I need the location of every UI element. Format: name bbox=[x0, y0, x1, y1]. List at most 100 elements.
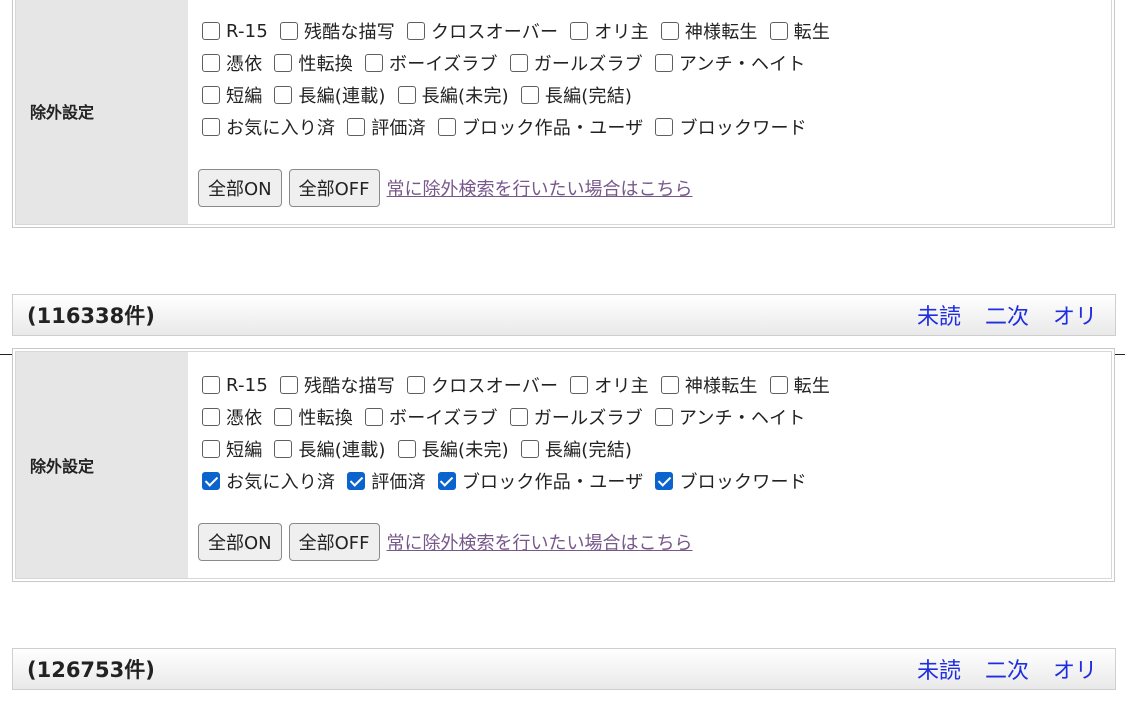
exclude-option-label: ボーイズラブ bbox=[389, 54, 498, 75]
exclude-option[interactable]: お気に入り済 bbox=[202, 114, 335, 140]
exclude-option-label: ガールズラブ bbox=[533, 408, 643, 429]
exclude-option[interactable]: 憑依 bbox=[202, 404, 262, 430]
checkbox-unchecked[interactable] bbox=[654, 54, 673, 72]
checkbox-unchecked[interactable] bbox=[202, 118, 220, 136]
checkbox-unchecked[interactable] bbox=[570, 22, 589, 40]
exclude-option-label: アンチ・ヘイト bbox=[678, 408, 806, 429]
checkbox-unchecked[interactable] bbox=[202, 22, 220, 40]
filter-link-original[interactable]: オリ bbox=[1053, 653, 1097, 685]
exclude-option-label: 性転換 bbox=[298, 408, 354, 429]
exclude-option[interactable]: 神様転生 bbox=[660, 18, 758, 44]
exclude-option[interactable]: 長編(未完) bbox=[397, 436, 509, 462]
checkbox-checked[interactable] bbox=[347, 472, 366, 490]
checkbox-unchecked[interactable] bbox=[660, 376, 679, 394]
checkbox-unchecked[interactable] bbox=[437, 118, 456, 136]
exclude-option[interactable]: ブロックワード bbox=[655, 114, 807, 140]
filter-link-derivative[interactable]: 二次 bbox=[985, 653, 1029, 685]
checkbox-unchecked[interactable] bbox=[570, 376, 589, 394]
exclude-option[interactable]: R-15 bbox=[202, 21, 268, 42]
checkbox-unchecked[interactable] bbox=[520, 440, 539, 458]
checkbox-unchecked[interactable] bbox=[769, 22, 788, 40]
exclude-option[interactable]: 短編 bbox=[202, 82, 262, 108]
checkbox-unchecked[interactable] bbox=[274, 408, 293, 426]
exclude-option[interactable]: お気に入り済 bbox=[202, 468, 335, 494]
checkbox-checked[interactable] bbox=[437, 472, 456, 490]
exclude-option[interactable]: 長編(完結) bbox=[520, 82, 632, 108]
filter-link-unread[interactable]: 未読 bbox=[917, 299, 961, 331]
checkbox-unchecked[interactable] bbox=[655, 118, 674, 136]
exclude-option[interactable]: 転生 bbox=[769, 18, 830, 44]
exclude-option[interactable]: 性転換 bbox=[274, 50, 353, 76]
exclude-option[interactable]: 短編 bbox=[202, 436, 262, 462]
exclude-option-label: お気に入り済 bbox=[226, 118, 336, 139]
checkbox-unchecked[interactable] bbox=[274, 54, 293, 72]
exclude-option[interactable]: ブロックワード bbox=[655, 468, 807, 494]
exclude-option[interactable]: 残酷な描写 bbox=[279, 18, 395, 44]
checkbox-unchecked[interactable] bbox=[509, 408, 528, 426]
checkbox-unchecked[interactable] bbox=[397, 440, 416, 458]
always-exclude-link[interactable]: 常に除外検索を行いたい場合はこちら bbox=[387, 529, 693, 555]
exclude-option[interactable]: 残酷な描写 bbox=[279, 372, 395, 398]
exclude-option[interactable]: ガールズラブ bbox=[509, 50, 643, 76]
always-exclude-link[interactable]: 常に除外検索を行いたい場合はこちら bbox=[387, 175, 693, 201]
checkbox-unchecked[interactable] bbox=[274, 440, 293, 458]
checkbox-unchecked[interactable] bbox=[397, 86, 416, 104]
checkbox-unchecked[interactable] bbox=[365, 54, 384, 72]
exclude-option[interactable]: クロスオーバー bbox=[406, 372, 558, 398]
checkbox-unchecked[interactable] bbox=[202, 440, 220, 458]
checkbox-checked[interactable] bbox=[202, 472, 220, 490]
all-off-button[interactable]: 全部OFF bbox=[288, 523, 380, 561]
exclude-option[interactable]: R-15 bbox=[202, 375, 268, 396]
exclude-option-label: ブロックワード bbox=[679, 472, 807, 493]
result-filter-links: 未読 二次 オリ bbox=[893, 653, 1097, 685]
checkbox-unchecked[interactable] bbox=[520, 86, 539, 104]
exclude-option-label: 長編(連載) bbox=[298, 440, 386, 461]
exclude-option[interactable]: ブロック作品・ユーザ bbox=[437, 468, 644, 494]
exclude-option[interactable]: 長編(完結) bbox=[520, 436, 632, 462]
checkbox-unchecked[interactable] bbox=[654, 408, 673, 426]
checkbox-unchecked[interactable] bbox=[279, 376, 298, 394]
action-row: 全部ON 全部OFF 常に除外検索を行いたい場合はこちら bbox=[198, 169, 693, 207]
exclude-option[interactable]: オリ主 bbox=[570, 18, 649, 44]
exclude-option[interactable]: 長編(未完) bbox=[397, 82, 509, 108]
checkbox-unchecked[interactable] bbox=[202, 376, 220, 394]
all-off-button[interactable]: 全部OFF bbox=[288, 169, 380, 207]
checkbox-unchecked[interactable] bbox=[509, 54, 528, 72]
checkbox-unchecked[interactable] bbox=[769, 376, 788, 394]
exclude-option[interactable]: 長編(連載) bbox=[274, 82, 385, 108]
exclude-option[interactable]: 評価済 bbox=[347, 468, 426, 494]
exclude-option[interactable]: ボーイズラブ bbox=[365, 404, 498, 430]
exclude-options: R-15 残酷な描写 クロスオーバー オリ主 神様転生 転生 憑依 性転換 ボーイズラブ ガール… bbox=[188, 352, 1111, 578]
all-on-button[interactable]: 全部ON bbox=[198, 523, 282, 561]
exclude-option[interactable]: 転生 bbox=[769, 372, 830, 398]
exclude-option[interactable]: アンチ・ヘイト bbox=[654, 50, 806, 76]
exclude-option[interactable]: 憑依 bbox=[202, 50, 262, 76]
checkbox-unchecked[interactable] bbox=[274, 86, 293, 104]
checkbox-unchecked[interactable] bbox=[202, 54, 220, 72]
exclude-option[interactable]: ボーイズラブ bbox=[365, 50, 498, 76]
exclude-option[interactable]: ガールズラブ bbox=[509, 404, 643, 430]
exclude-option[interactable]: クロスオーバー bbox=[406, 18, 558, 44]
checkbox-unchecked[interactable] bbox=[660, 22, 679, 40]
checkbox-unchecked[interactable] bbox=[347, 118, 366, 136]
checkbox-unchecked[interactable] bbox=[406, 376, 425, 394]
exclude-option[interactable]: 性転換 bbox=[274, 404, 353, 430]
exclude-option[interactable]: ブロック作品・ユーザ bbox=[437, 114, 644, 140]
filter-link-unread[interactable]: 未読 bbox=[917, 653, 961, 685]
all-on-button[interactable]: 全部ON bbox=[198, 169, 282, 207]
checkbox-unchecked[interactable] bbox=[365, 408, 384, 426]
checkbox-checked[interactable] bbox=[655, 472, 674, 490]
exclude-option-label: 評価済 bbox=[371, 472, 426, 493]
checkbox-unchecked[interactable] bbox=[202, 408, 220, 426]
checkbox-unchecked[interactable] bbox=[279, 22, 298, 40]
exclude-option[interactable]: オリ主 bbox=[570, 372, 649, 398]
exclude-option[interactable]: 評価済 bbox=[347, 114, 426, 140]
filter-link-original[interactable]: オリ bbox=[1053, 299, 1097, 331]
exclude-option[interactable]: アンチ・ヘイト bbox=[654, 404, 806, 430]
exclude-option-label: 長編(連載) bbox=[298, 86, 386, 107]
exclude-option[interactable]: 長編(連載) bbox=[274, 436, 385, 462]
exclude-option[interactable]: 神様転生 bbox=[660, 372, 758, 398]
checkbox-unchecked[interactable] bbox=[202, 86, 220, 104]
filter-link-derivative[interactable]: 二次 bbox=[985, 299, 1029, 331]
checkbox-unchecked[interactable] bbox=[406, 22, 425, 40]
